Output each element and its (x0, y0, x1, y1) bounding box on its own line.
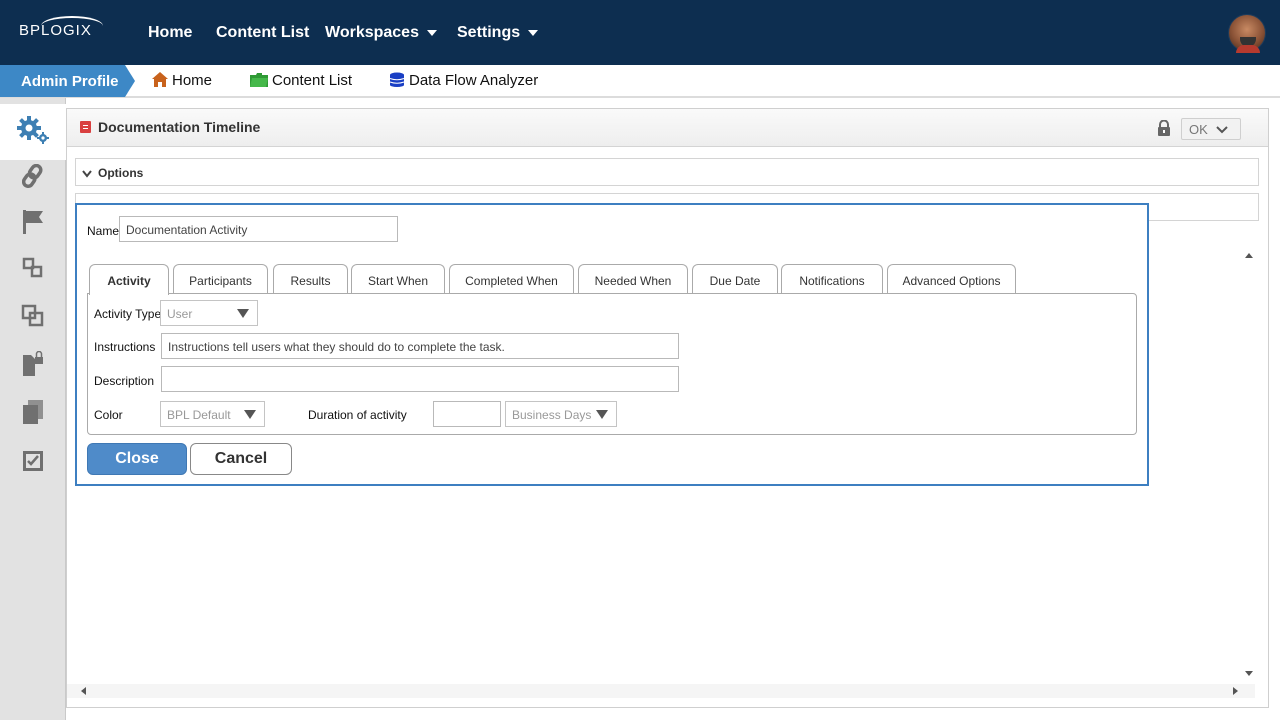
name-input[interactable]: Documentation Activity (119, 216, 398, 242)
nav-workspaces[interactable]: Workspaces (325, 24, 437, 42)
flag-icon (22, 209, 44, 239)
tab-due-date[interactable]: Due Date (692, 264, 778, 294)
workflow-icon (22, 257, 44, 284)
activity-dialog: Name Documentation Activity Activity Par… (75, 203, 1149, 486)
tab-due-date-label: Due Date (709, 274, 761, 288)
house-icon (152, 72, 168, 91)
link-icon (21, 163, 44, 193)
crumb-home[interactable]: Home (152, 72, 212, 91)
nav-settings-label: Settings (457, 24, 521, 41)
tab-needed-when[interactable]: Needed When (578, 264, 688, 294)
color-select[interactable]: BPL Default (160, 401, 265, 427)
chevron-down-icon (1216, 123, 1228, 138)
options-section[interactable]: Options (75, 158, 1259, 186)
tab-start-when[interactable]: Start When (351, 264, 445, 294)
admin-profile-crumb[interactable]: Admin Profile (0, 65, 135, 97)
description-label: Description (94, 374, 155, 388)
tab-activity[interactable]: Activity (89, 264, 169, 295)
checked-list-icon (21, 448, 45, 477)
nav-content-list[interactable]: Content List (216, 24, 309, 42)
ok-button-label: OK (1189, 122, 1208, 137)
activity-type-value: User (167, 307, 193, 321)
scroll-right-arrow[interactable] (1233, 687, 1238, 695)
sidebar-item-documents[interactable] (0, 392, 66, 436)
description-input[interactable] (161, 366, 679, 392)
tab-notifications-label: Notifications (799, 274, 865, 288)
gears-icon (16, 115, 50, 150)
instructions-input[interactable]: Instructions tell users what they should… (161, 333, 679, 359)
sidebar-item-locked-docs[interactable] (0, 344, 66, 388)
dropdown-arrow-icon (596, 410, 608, 419)
name-label: Name (87, 224, 120, 238)
tab-notifications[interactable]: Notifications (781, 264, 883, 294)
nav-home[interactable]: Home (148, 24, 192, 42)
user-avatar[interactable] (1228, 14, 1266, 53)
chevron-down-icon (426, 29, 437, 36)
folder-icon (250, 73, 268, 91)
copy-icon (21, 304, 45, 333)
activity-type-label: Activity Type (94, 307, 162, 321)
tab-results-label: Results (290, 274, 331, 288)
tab-results[interactable]: Results (273, 264, 348, 294)
documents-icon (21, 399, 45, 430)
chevron-down-icon (528, 29, 539, 36)
top-navigation-bar: BPLOGIX Home Content List Workspaces Set… (0, 0, 1280, 65)
duration-label: Duration of activity (308, 408, 407, 422)
duration-unit-select[interactable]: Business Days (505, 401, 617, 427)
tab-activity-label: Activity (107, 274, 151, 288)
sidebar-item-links[interactable] (0, 156, 66, 200)
scroll-down-arrow[interactable] (1245, 671, 1253, 676)
nav-settings[interactable]: Settings (457, 24, 539, 42)
tab-advanced-options-label: Advanced Options (902, 274, 1001, 288)
nav-workspaces-label: Workspaces (325, 24, 419, 41)
tab-advanced-options[interactable]: Advanced Options (887, 264, 1016, 294)
database-icon (389, 72, 405, 91)
breadcrumb: Admin Profile Home Content List Data Flo… (0, 65, 1280, 98)
scroll-left-arrow[interactable] (81, 687, 86, 695)
sidebar-item-checklist[interactable] (0, 440, 66, 484)
duration-unit-value: Business Days (512, 408, 592, 422)
crumb-home-label: Home (172, 72, 213, 89)
sidebar-item-workflow[interactable] (0, 248, 66, 292)
instructions-label: Instructions (94, 340, 156, 354)
admin-profile-label: Admin Profile (21, 73, 119, 90)
crumb-data-flow-analyzer-label: Data Flow Analyzer (409, 72, 539, 89)
sidebar-item-flags[interactable] (0, 202, 66, 246)
dropdown-arrow-icon (237, 309, 249, 318)
ok-button[interactable]: OK (1181, 118, 1241, 140)
color-label: Color (94, 408, 123, 422)
horizontal-scrollbar[interactable] (67, 684, 1255, 698)
bplogix-logo[interactable]: BPLOGIX (19, 16, 103, 39)
tab-completed-when-label: Completed When (465, 274, 558, 288)
tab-needed-when-label: Needed When (594, 274, 672, 288)
cancel-button[interactable]: Cancel (190, 443, 292, 475)
dropdown-arrow-icon (244, 410, 256, 419)
crumb-data-flow-analyzer[interactable]: Data Flow Analyzer (389, 72, 538, 91)
color-value: BPL Default (167, 408, 231, 422)
scroll-up-arrow[interactable] (1245, 253, 1253, 258)
crumb-content-list-label: Content List (272, 72, 353, 89)
tab-start-when-label: Start When (367, 274, 429, 288)
tab-participants-label: Participants (189, 274, 252, 288)
sidebar-item-settings[interactable] (0, 104, 66, 160)
tab-participants[interactable]: Participants (173, 264, 268, 294)
page-title: Documentation Timeline (98, 119, 261, 135)
left-sidebar (0, 98, 66, 720)
close-button[interactable]: Close (87, 443, 187, 475)
tab-completed-when[interactable]: Completed When (449, 264, 574, 294)
duration-input[interactable] (433, 401, 501, 427)
activity-type-select[interactable]: User (160, 300, 258, 326)
nav-content-list-label: Content List (216, 24, 310, 41)
crumb-content-list[interactable]: Content List (250, 72, 352, 91)
locked-document-icon (21, 350, 45, 382)
options-label: Options (98, 166, 144, 180)
activity-tab-panel: Activity Type User Instructions Instruct… (87, 293, 1137, 435)
nav-home-label: Home (148, 24, 193, 41)
sidebar-item-copy[interactable] (0, 296, 66, 340)
lock-icon[interactable] (1157, 119, 1171, 141)
panel-header: Documentation Timeline OK (67, 109, 1268, 147)
chevron-down-icon (82, 167, 92, 181)
form-icon (80, 121, 91, 133)
